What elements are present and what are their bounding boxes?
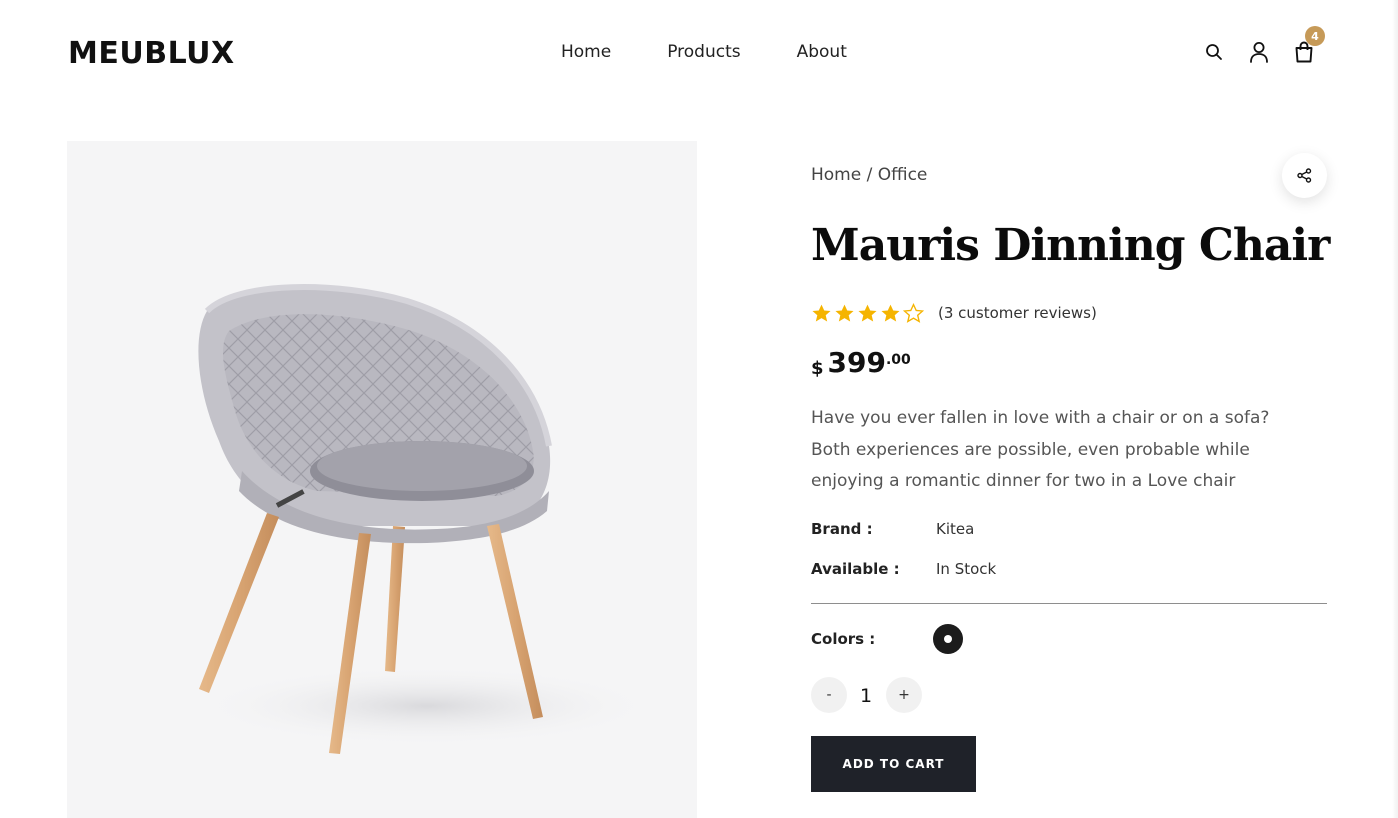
brand-label: Brand : — [811, 520, 873, 538]
main-nav: Home Products About — [561, 42, 903, 62]
product-rating: (3 customer reviews) — [811, 303, 1097, 323]
breadcrumb-current[interactable]: Office — [878, 165, 928, 185]
brand-value: Kitea — [936, 520, 975, 538]
window-edge — [1392, 0, 1398, 818]
chair-illustration — [197, 284, 657, 754]
product-image — [67, 141, 697, 818]
star-empty-icon — [903, 303, 924, 323]
price-integer: 399 — [827, 346, 886, 379]
quantity-value[interactable]: 1 — [856, 685, 876, 707]
brand-row: Brand : Kitea — [811, 520, 974, 538]
user-icon[interactable] — [1245, 38, 1273, 66]
breadcrumb: Home / Office — [811, 165, 927, 185]
share-icon — [1297, 168, 1312, 183]
breadcrumb-home[interactable]: Home — [811, 165, 861, 185]
available-value: In Stock — [936, 560, 997, 578]
available-label: Available : — [811, 560, 900, 578]
cart-icon[interactable]: 4 — [1290, 26, 1325, 66]
price-currency: $ — [811, 358, 824, 379]
color-swatch-black[interactable] — [933, 624, 963, 654]
star-filled-icon — [858, 304, 877, 322]
add-to-cart-button[interactable]: ADD TO CART — [811, 736, 976, 792]
cart-count-badge: 4 — [1305, 26, 1325, 46]
product-price: $ 399 .00 — [811, 346, 911, 379]
divider — [811, 603, 1327, 604]
star-filled-icon — [812, 304, 831, 322]
star-filled-icon — [835, 304, 854, 322]
quantity-decrease-button[interactable]: - — [811, 677, 847, 713]
nav-products[interactable]: Products — [667, 42, 740, 62]
quantity-increase-button[interactable]: + — [886, 677, 922, 713]
nav-home[interactable]: Home — [561, 42, 611, 62]
description-line: enjoying a romantic dinner for two in a … — [811, 471, 1236, 491]
nav-about[interactable]: About — [797, 42, 847, 62]
product-description: Have you ever fallen in love with a chai… — [811, 403, 1281, 498]
search-icon[interactable] — [1200, 38, 1228, 66]
description-line: Both experiences are possible, even prob… — [811, 439, 1250, 460]
star-filled-icon — [881, 304, 900, 322]
reviews-link[interactable]: (3 customer reviews) — [938, 304, 1097, 322]
breadcrumb-separator: / — [861, 165, 878, 185]
price-decimal: .00 — [885, 352, 911, 368]
share-button[interactable] — [1282, 153, 1327, 198]
colors-label: Colors : — [811, 630, 876, 648]
logo[interactable]: MEUBLUX — [68, 36, 235, 71]
availability-row: Available : In Stock — [811, 560, 996, 578]
product-title: Mauris Dinning Chair — [811, 220, 1330, 271]
header-actions: 4 — [1200, 26, 1335, 66]
rating-stars — [811, 303, 924, 323]
description-line: Have you ever fallen in love with a chai… — [811, 408, 1270, 428]
